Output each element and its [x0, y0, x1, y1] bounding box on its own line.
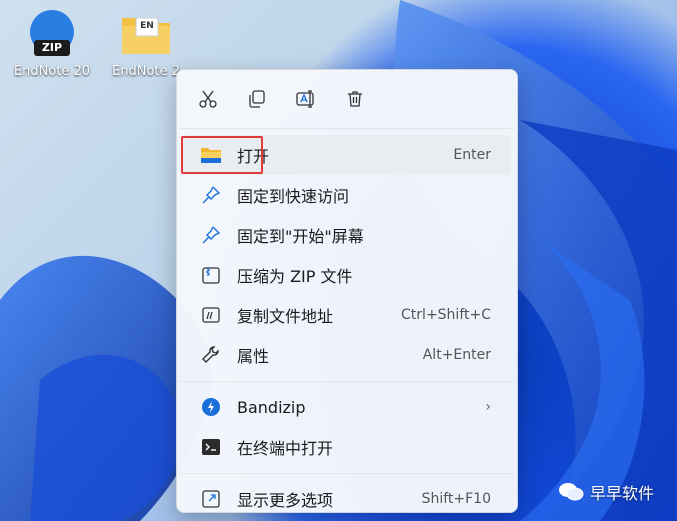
menu-item-label: 固定到快速访问 — [237, 187, 350, 206]
copy-icon — [249, 90, 265, 108]
more-options-icon — [199, 487, 223, 511]
desktop-icon-endnote-folder[interactable]: EN EndNote 2 — [100, 8, 192, 79]
zip-file-icon — [199, 263, 223, 287]
bandizip-icon — [199, 395, 223, 419]
wrench-icon — [199, 343, 223, 367]
wechat-icon — [559, 483, 584, 501]
menu-item-label: Bandizip — [237, 397, 306, 417]
menu-item-show-more-options[interactable]: 显示更多选项 Shift+F10 — [183, 479, 511, 519]
menu-item-label: 在终端中打开 — [237, 439, 334, 458]
menu-item-label: 复制文件地址 — [237, 307, 334, 326]
chevron-right-icon: › — [485, 399, 491, 415]
menu-item-properties[interactable]: 属性 Alt+Enter — [183, 335, 511, 375]
menu-item-shortcut: Shift+F10 — [421, 491, 491, 507]
pin-icon — [199, 223, 223, 247]
menu-item-label: 打开 — [237, 147, 270, 166]
menu-item-label: 属性 — [237, 347, 270, 366]
path-icon — [199, 303, 223, 327]
desktop-icon-endnote-zip[interactable]: ZIP EndNote 20 — [6, 8, 98, 79]
context-menu-toolbar — [177, 70, 517, 128]
rename-icon — [296, 90, 314, 108]
copy-button[interactable] — [238, 80, 276, 118]
folder-icon: EN — [118, 8, 174, 60]
menu-item-pin-quick-access[interactable]: 固定到快速访问 — [183, 175, 511, 215]
menu-item-shortcut: Enter — [453, 147, 491, 163]
menu-item-copy-path[interactable]: 复制文件地址 Ctrl+Shift+C — [183, 295, 511, 335]
watermark-text: 早早软件 — [590, 484, 655, 503]
menu-item-label: 显示更多选项 — [237, 491, 334, 510]
highlight-box — [181, 136, 263, 174]
menu-item-shortcut: Alt+Enter — [422, 347, 491, 363]
trash-icon — [348, 91, 362, 107]
menu-item-open[interactable]: 打开 Enter — [181, 135, 511, 175]
cut-button[interactable] — [189, 80, 227, 118]
menu-item-pin-start[interactable]: 固定到"开始"屏幕 — [183, 215, 511, 255]
menu-item-label: 压缩为 ZIP 文件 — [237, 267, 353, 286]
context-menu: 打开 Enter 固定到快速访问 固定到"开始"屏幕 压缩为 ZIP 文件 复制… — [176, 69, 518, 513]
folder-badge: EN — [140, 21, 154, 31]
pin-icon — [199, 183, 223, 207]
menu-item-bandizip[interactable]: Bandizip › — [183, 387, 511, 427]
zip-badge: ZIP — [41, 41, 63, 54]
zip-app-icon: ZIP — [26, 8, 78, 60]
menu-item-shortcut: Ctrl+Shift+C — [401, 307, 491, 323]
terminal-icon — [199, 435, 223, 459]
menu-item-compress-zip[interactable]: 压缩为 ZIP 文件 — [183, 255, 511, 295]
watermark: 早早软件 — [558, 480, 654, 504]
desktop-icon-label: EndNote 20 — [13, 64, 91, 79]
scissors-icon — [199, 90, 217, 108]
menu-item-open-terminal[interactable]: 在终端中打开 — [183, 427, 511, 467]
menu-item-label: 固定到"开始"屏幕 — [237, 227, 364, 246]
rename-button[interactable] — [287, 80, 325, 118]
delete-button[interactable] — [336, 80, 374, 118]
